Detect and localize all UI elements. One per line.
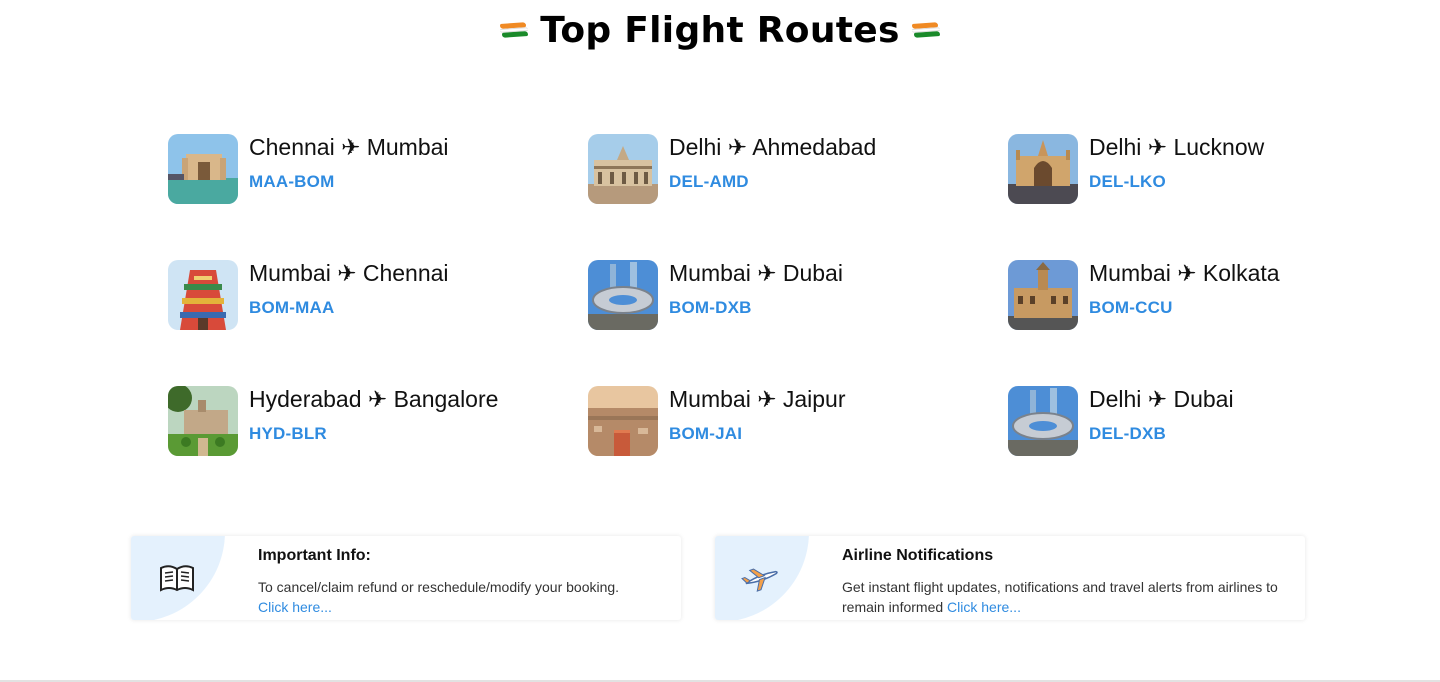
important-info-card: Important Info: To cancel/claim refund o… [131,536,681,620]
route-card-hyd-blr[interactable]: Hyderabad ✈ Bangalore HYD-BLR [168,386,588,456]
route-code: DEL-LKO [1089,172,1166,191]
jaipur-fort-thumbnail [588,386,658,456]
section-header: Top Flight Routes [0,10,1440,51]
card-title: Important Info: [258,547,371,564]
route-card-del-amd[interactable]: Delhi ✈ Ahmedabad DEL-AMD [588,134,1008,204]
route-card-del-lko[interactable]: Delhi ✈ Lucknow DEL-LKO [1008,134,1308,204]
click-here-link[interactable]: Click here... [947,599,1021,615]
route-code: BOM-JAI [669,424,743,443]
route-name: Delhi ✈ Lucknow [1089,134,1265,160]
route-code: MAA-BOM [249,172,335,191]
ahmedabad-monument-thumbnail [588,134,658,204]
routes-grid: Chennai ✈ Mumbai MAA-BOM Delhi ✈ Ahmedab… [168,134,1308,456]
route-card-bom-ccu[interactable]: Mumbai ✈ Kolkata BOM-CCU [1008,260,1308,330]
airplane-icon [741,562,781,594]
route-code: DEL-DXB [1089,424,1166,443]
route-name: Mumbai ✈ Jaipur [669,386,846,412]
route-card-del-dxb[interactable]: Delhi ✈ Dubai DEL-DXB [1008,386,1308,456]
bangalore-palace-thumbnail [168,386,238,456]
card-title: Airline Notifications [842,547,994,564]
route-card-bom-maa[interactable]: Mumbai ✈ Chennai BOM-MAA [168,260,588,330]
route-name: Mumbai ✈ Chennai [249,260,449,286]
card-body: To cancel/claim refund or reschedule/mod… [258,577,619,617]
route-name: Chennai ✈ Mumbai [249,134,449,160]
card-text: Get instant flight updates, notification… [842,579,1278,615]
museum-of-future-thumbnail [1008,386,1078,456]
route-card-bom-jai[interactable]: Mumbai ✈ Jaipur BOM-JAI [588,386,1008,456]
india-flag-icon [500,21,529,40]
book-icon [157,562,197,594]
route-name: Delhi ✈ Dubai [1089,386,1234,412]
route-card-bom-dxb[interactable]: Mumbai ✈ Dubai BOM-DXB [588,260,1008,330]
chennai-temple-thumbnail [168,260,238,330]
route-name: Mumbai ✈ Dubai [669,260,843,286]
gateway-of-india-thumbnail [168,134,238,204]
card-text: To cancel/claim refund or reschedule/mod… [258,579,620,595]
click-here-link[interactable]: Click here... [258,599,332,615]
museum-of-future-thumbnail [588,260,658,330]
route-name: Hyderabad ✈ Bangalore [249,386,499,412]
kolkata-building-thumbnail [1008,260,1078,330]
route-name: Delhi ✈ Ahmedabad [669,134,877,160]
route-card-maa-bom[interactable]: Chennai ✈ Mumbai MAA-BOM [168,134,588,204]
route-code: BOM-CCU [1089,298,1173,317]
card-body: Get instant flight updates, notification… [842,577,1282,617]
route-code: HYD-BLR [249,424,327,443]
rumi-darwaza-thumbnail [1008,134,1078,204]
india-flag-icon [911,21,940,40]
route-code: DEL-AMD [669,172,749,191]
route-code: BOM-DXB [669,298,752,317]
route-code: BOM-MAA [249,298,335,317]
page-title: Top Flight Routes [540,10,900,51]
route-name: Mumbai ✈ Kolkata [1089,260,1280,286]
airline-notifications-card: Airline Notifications Get instant flight… [715,536,1305,620]
